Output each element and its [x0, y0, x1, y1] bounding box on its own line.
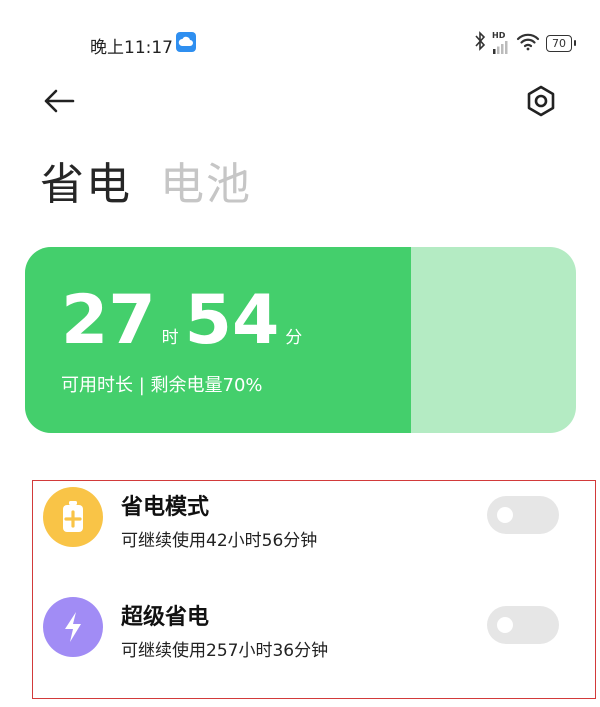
- network-type: HD: [492, 31, 506, 40]
- bluetooth-icon: [474, 31, 486, 55]
- gear-icon: [522, 85, 560, 124]
- status-time: 晚上11:17: [90, 38, 173, 58]
- cloud-icon: [176, 32, 196, 52]
- super-power-saving-title: 超级省电: [121, 605, 210, 630]
- super-power-saving-subtitle: 可继续使用257小时36分钟: [121, 641, 329, 661]
- signal-icon: HD: [492, 32, 510, 54]
- back-button[interactable]: [40, 83, 80, 119]
- toggle-knob: [497, 507, 513, 523]
- hours-unit: 时: [161, 328, 179, 348]
- back-arrow-icon: [40, 89, 80, 123]
- remaining-minutes: 54: [184, 281, 280, 360]
- super-power-saving-toggle[interactable]: [487, 606, 559, 644]
- wifi-icon: [516, 31, 540, 55]
- toggle-knob: [497, 617, 513, 633]
- battery-card-subtitle: 可用时长 | 剩余电量70%: [61, 375, 263, 396]
- lightning-icon: [43, 597, 103, 657]
- battery-time-card[interactable]: 27 时 54 分 可用时长 | 剩余电量70%: [25, 247, 576, 433]
- status-indicators: HD 70: [474, 31, 576, 55]
- tab-power-saving[interactable]: 省电: [40, 148, 132, 212]
- super-power-saving-row[interactable]: 超级省电 可继续使用257小时36分钟: [33, 591, 595, 686]
- tab-battery[interactable]: 电池: [160, 148, 252, 212]
- battery-indicator: 70: [546, 34, 576, 52]
- minutes-unit: 分: [285, 328, 303, 348]
- tab-bar: 省电 电池: [40, 148, 252, 212]
- power-saving-mode-subtitle: 可继续使用42小时56分钟: [121, 531, 318, 551]
- power-mode-list: 省电模式 可继续使用42小时56分钟 超级省电 可继续使用257小时36分钟: [32, 480, 596, 699]
- power-saving-mode-row[interactable]: 省电模式 可继续使用42小时56分钟: [33, 481, 595, 576]
- remaining-hours: 27: [61, 281, 156, 360]
- battery-plus-icon: [43, 487, 103, 547]
- power-saving-mode-title: 省电模式: [121, 495, 210, 520]
- power-saving-mode-toggle[interactable]: [487, 496, 559, 534]
- status-bar: 晚上11:17 HD 70: [0, 0, 600, 86]
- settings-button[interactable]: [522, 82, 560, 120]
- remaining-time: 27 时 54 分: [61, 287, 308, 355]
